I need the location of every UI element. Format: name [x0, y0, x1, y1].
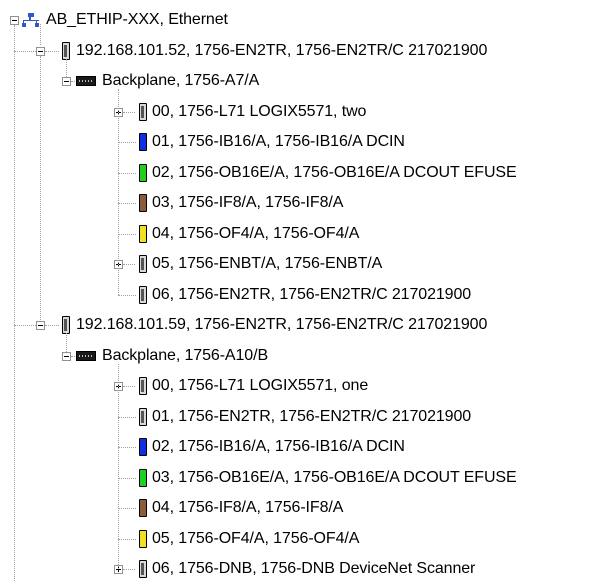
- tree-connector: [45, 50, 59, 52]
- tree-connector: [118, 416, 136, 418]
- tree-connector: [66, 333, 67, 352]
- node-label: 05, 1756-OF4/A, 1756-OF4/A: [152, 529, 360, 547]
- module-icon: [62, 41, 70, 60]
- tree-node-module[interactable]: 01, 1756-EN2TR, 1756-EN2TR/C 217021900: [152, 402, 471, 432]
- node-label: 02, 1756-IB16/A, 1756-IB16/A DCIN: [152, 438, 405, 455]
- tree-connector: [14, 25, 15, 581]
- tree-connector: [118, 508, 136, 509]
- backplane-toggle[interactable]: [62, 351, 71, 361]
- tree-connector: [14, 325, 36, 326]
- tree-node-module[interactable]: 02, 1756-OB16E/A, 1756-OB16E/A DCOUT EFU…: [152, 158, 517, 188]
- tree-node-module[interactable]: 03, 1756-OB16E/A, 1756-OB16E/A DCOUT EFU…: [152, 463, 517, 493]
- tree-connector: [118, 538, 136, 540]
- tree-connector: [118, 363, 119, 569]
- tree-connector: [123, 386, 135, 387]
- module-icon: [62, 316, 70, 334]
- root-toggle[interactable]: [10, 16, 19, 25]
- backplane-icon: [76, 350, 96, 361]
- tree-node-backplane[interactable]: Backplane, 1756-A10/B: [102, 341, 268, 371]
- node-label: 06, 1756-EN2TR, 1756-EN2TR/C 217021900: [152, 285, 472, 303]
- tree-node-backplane[interactable]: Backplane, 1756-A7/A: [102, 66, 259, 96]
- node-label: 192.168.101.59, 1756-EN2TR, 1756-EN2TR/C…: [76, 316, 488, 333]
- tree-connector: [40, 55, 41, 320]
- tree-connector: [123, 111, 135, 113]
- adapter-toggle[interactable]: [36, 46, 45, 56]
- module-icon: [139, 133, 147, 151]
- module-icon: [139, 529, 147, 548]
- module-icon: [139, 438, 147, 456]
- module-icon: [139, 255, 147, 273]
- tree-connector: [66, 58, 67, 77]
- tree-connector: [118, 294, 136, 296]
- io-configuration-tree: AB_ETHIP-XXX, Ethernet 192.168.101.52, 17…: [0, 0, 606, 581]
- tree-connector: [118, 172, 136, 174]
- node-label: 06, 1756-DNB, 1756-DNB DeviceNet Scanner: [152, 560, 476, 577]
- tree-connector: [118, 89, 119, 295]
- tree-connector: [14, 50, 36, 52]
- module-icon: [139, 102, 147, 121]
- node-label: 05, 1756-ENBT/A, 1756-ENBT/A: [152, 255, 383, 272]
- node-label: 01, 1756-EN2TR, 1756-EN2TR/C 217021900: [152, 407, 472, 425]
- tree-node-module[interactable]: 05, 1756-OF4/A, 1756-OF4/A: [152, 524, 359, 554]
- node-label: 04, 1756-OF4/A, 1756-OF4/A: [152, 224, 360, 242]
- module-icon: [139, 224, 147, 243]
- tree-node-adapter[interactable]: 192.168.101.52, 1756-EN2TR, 1756-EN2TR/C…: [76, 36, 487, 66]
- node-label: 01, 1756-IB16/A, 1756-IB16/A DCIN: [152, 133, 405, 150]
- tree-connector: [118, 233, 136, 235]
- module-icon: [139, 560, 147, 578]
- module-icon: [139, 377, 147, 395]
- module-icon: [139, 163, 147, 182]
- tree-connector: [118, 142, 136, 143]
- tree-node-module[interactable]: 01, 1756-IB16/A, 1756-IB16/A DCIN: [152, 127, 405, 157]
- tree-connector: [118, 477, 136, 479]
- node-label: 00, 1756-L71 LOGIX5571, two: [152, 102, 367, 120]
- module-icon: [139, 468, 147, 487]
- tree-node-module[interactable]: 06, 1756-DNB, 1756-DNB DeviceNet Scanner: [152, 554, 475, 584]
- node-label: AB_ETHIP-XXX, Ethernet: [46, 11, 228, 28]
- adapter-toggle[interactable]: [36, 321, 45, 330]
- tree-connector: [118, 447, 136, 448]
- node-label: 02, 1756-OB16E/A, 1756-OB16E/A DCOUT EFU…: [152, 163, 517, 181]
- backplane-toggle[interactable]: [62, 77, 71, 86]
- module-icon: [139, 194, 147, 212]
- tree-node-module[interactable]: 04, 1756-OF4/A, 1756-OF4/A: [152, 219, 359, 249]
- node-label: 00, 1756-L71 LOGIX5571, one: [152, 377, 369, 394]
- tree-connector: [40, 24, 41, 45]
- tree-node-module[interactable]: 00, 1756-L71 LOGIX5571, two: [152, 97, 366, 127]
- module-icon: [139, 499, 147, 517]
- tree-connector: [118, 203, 136, 204]
- tree-node-module[interactable]: 06, 1756-EN2TR, 1756-EN2TR/C 217021900: [152, 280, 471, 310]
- node-label: 192.168.101.52, 1756-EN2TR, 1756-EN2TR/C…: [76, 41, 488, 59]
- tree-node-root[interactable]: AB_ETHIP-XXX, Ethernet: [46, 5, 228, 35]
- tree-node-adapter[interactable]: 192.168.101.59, 1756-EN2TR, 1756-EN2TR/C…: [76, 310, 487, 340]
- tree-connector: [45, 325, 59, 326]
- tree-connector: [123, 569, 135, 570]
- module-icon: [139, 285, 147, 304]
- node-label: 03, 1756-IF8/A, 1756-IF8/A: [152, 194, 344, 211]
- tree-node-module[interactable]: 04, 1756-IF8/A, 1756-IF8/A: [152, 493, 343, 523]
- backplane-icon: [76, 76, 96, 86]
- tree-node-module[interactable]: 05, 1756-ENBT/A, 1756-ENBT/A: [152, 249, 382, 279]
- node-label: Backplane, 1756-A7/A: [102, 72, 260, 89]
- ethernet-network-icon: [22, 13, 40, 27]
- node-label: 03, 1756-OB16E/A, 1756-OB16E/A DCOUT EFU…: [152, 468, 517, 486]
- tree-connector: [123, 264, 135, 265]
- tree-node-module[interactable]: 03, 1756-IF8/A, 1756-IF8/A: [152, 188, 343, 218]
- module-icon: [139, 407, 147, 426]
- tree-node-module[interactable]: 02, 1756-IB16/A, 1756-IB16/A DCIN: [152, 432, 405, 462]
- tree-node-module[interactable]: 00, 1756-L71 LOGIX5571, one: [152, 371, 368, 401]
- node-label: 04, 1756-IF8/A, 1756-IF8/A: [152, 499, 344, 516]
- node-label: Backplane, 1756-A10/B: [102, 346, 269, 364]
